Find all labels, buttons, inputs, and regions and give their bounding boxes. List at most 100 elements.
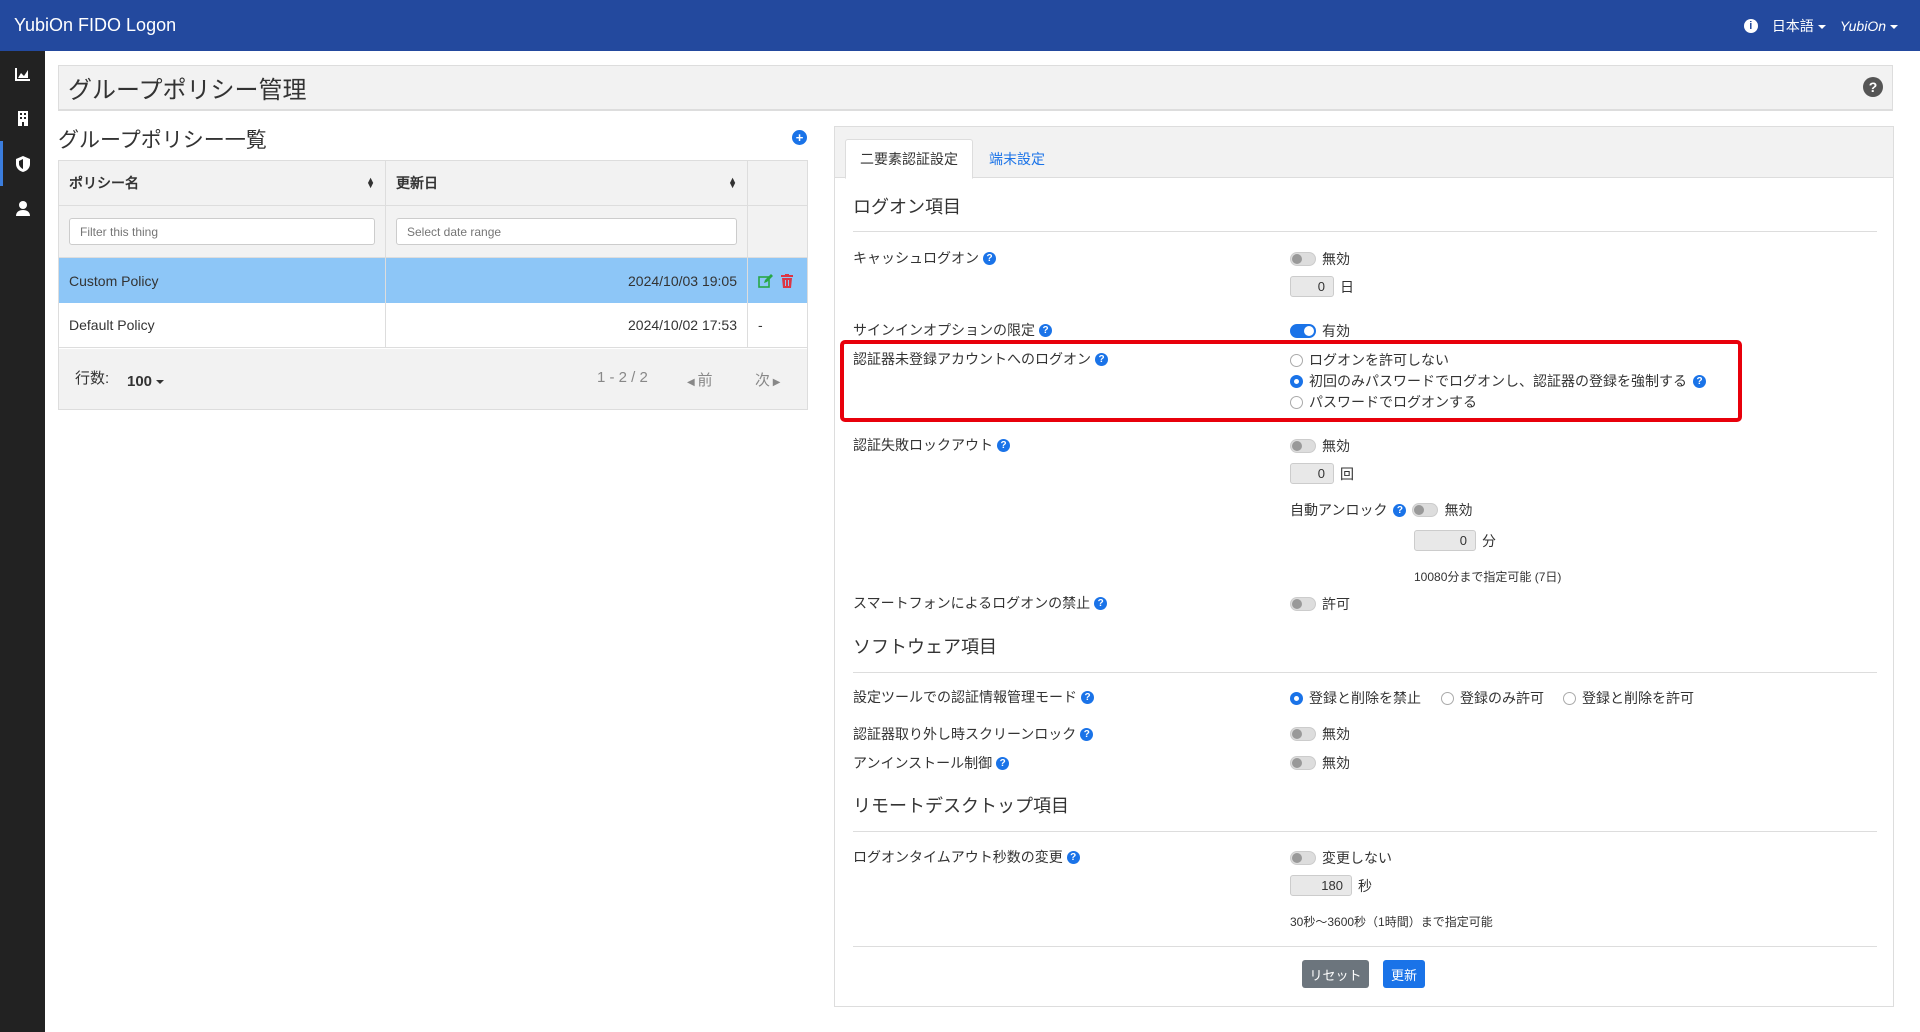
toggle-switch[interactable] xyxy=(1290,597,1316,611)
column-header-actions xyxy=(748,161,807,205)
toggle-label: 有効 xyxy=(1322,323,1350,339)
tab-2fa-settings[interactable]: 二要素認証設定 xyxy=(845,139,973,179)
tab-device-settings[interactable]: 端末設定 xyxy=(975,139,1059,179)
auto-unlock-toggle[interactable] xyxy=(1412,503,1439,517)
info-icon[interactable]: i xyxy=(1743,18,1758,33)
radio-button[interactable] xyxy=(1563,691,1576,705)
page-range: 1 - 2 / 2 xyxy=(597,369,648,386)
auto-unlock-row: 自動アンロック? 無効 xyxy=(1290,500,1472,520)
unit-label: 回 xyxy=(1340,465,1354,482)
app-brand[interactable]: YubiOn FIDO Logon xyxy=(0,15,176,36)
radio-deny-register-delete[interactable]: 登録と削除を禁止 xyxy=(1290,688,1421,708)
timeout-toggle[interactable]: 変更しない xyxy=(1290,848,1392,868)
filter-row xyxy=(59,206,807,258)
policy-name: Default Policy xyxy=(59,303,386,347)
table-row[interactable]: Custom Policy 2024/10/03 19:05 xyxy=(59,258,807,303)
radio-button[interactable] xyxy=(1441,691,1454,705)
sidebar-item-policy[interactable] xyxy=(0,141,45,186)
divider xyxy=(853,831,1877,832)
help-icon[interactable]: ? xyxy=(1066,850,1080,864)
column-header-updated[interactable]: 更新日 ▲ ▼ xyxy=(386,161,748,205)
prev-label: 前 xyxy=(697,372,713,389)
date-range-input[interactable] xyxy=(396,218,737,245)
divider xyxy=(853,672,1877,673)
lockout-toggle[interactable]: 無効 xyxy=(1290,436,1350,456)
sidebar-item-dashboard[interactable] xyxy=(0,51,45,96)
label-text: アンインストール制御 xyxy=(853,755,993,771)
filter-cell xyxy=(748,206,807,257)
policy-updated: 2024/10/02 17:53 xyxy=(386,303,748,347)
toggle-switch[interactable] xyxy=(1290,324,1316,338)
help-icon[interactable]: ? xyxy=(1393,503,1407,517)
update-button[interactable]: 更新 xyxy=(1383,960,1425,988)
toggle-switch[interactable] xyxy=(1290,727,1316,741)
timeout-seconds-input[interactable]: 180 xyxy=(1290,875,1352,896)
help-icon[interactable]: ? xyxy=(996,756,1010,770)
help-icon[interactable]: ? xyxy=(1039,323,1052,337)
section-logon: ログオン項目 xyxy=(853,197,961,217)
delete-icon[interactable] xyxy=(781,273,793,288)
label-text: サインインオプションの限定 xyxy=(853,322,1035,338)
divider xyxy=(853,946,1877,947)
user-dropdown[interactable]: YubiOn xyxy=(1840,18,1898,34)
rows-per-page-select[interactable]: 100 xyxy=(127,373,165,390)
column-header-name[interactable]: ポリシー名 ▲ ▼ xyxy=(59,161,386,205)
language-dropdown[interactable]: 日本語 xyxy=(1772,16,1826,36)
help-icon[interactable]: ? xyxy=(1080,727,1094,741)
uninstall-toggle[interactable]: 無効 xyxy=(1290,753,1350,773)
cache-days-input[interactable]: 0 xyxy=(1290,276,1334,297)
smartphone-toggle[interactable]: 許可 xyxy=(1290,594,1350,614)
setting-label-screen-lock: 認証器取り外し時スクリーンロック? xyxy=(853,724,1094,744)
toggle-switch[interactable] xyxy=(1290,756,1316,770)
highlight-annotation xyxy=(840,340,1742,422)
screen-lock-toggle[interactable]: 無効 xyxy=(1290,724,1350,744)
chevron-right-icon: ▶ xyxy=(770,377,781,388)
cache-logon-toggle[interactable]: 無効 xyxy=(1290,249,1350,269)
signin-option-toggle[interactable]: 有効 xyxy=(1290,321,1350,341)
help-icon[interactable]: ? xyxy=(983,251,996,265)
edit-icon[interactable] xyxy=(758,273,773,288)
unlock-minutes-field: 0分 xyxy=(1414,530,1496,551)
label-text: 認証失敗ロックアウト xyxy=(853,437,993,453)
sort-icon: ▲ ▼ xyxy=(366,175,375,190)
help-icon[interactable]: ? xyxy=(1081,690,1094,704)
label-text: キャッシュログオン xyxy=(853,250,979,266)
name-filter-input[interactable] xyxy=(69,218,375,245)
page-title: グループポリシー管理 xyxy=(68,77,307,104)
setting-label-uninstall: アンインストール制御? xyxy=(853,753,1010,773)
auto-unlock-label: 自動アンロック xyxy=(1290,502,1388,518)
user-label: YubiOn xyxy=(1839,17,1886,34)
reset-button[interactable]: リセット xyxy=(1302,960,1369,988)
sort-icon: ▲ ▼ xyxy=(728,175,737,190)
next-page-button[interactable]: 次 ▶ xyxy=(755,369,780,390)
toggle-switch[interactable] xyxy=(1290,439,1316,453)
page-header: グループポリシー管理 ? xyxy=(58,65,1893,111)
lockout-count-input[interactable]: 0 xyxy=(1290,463,1334,484)
prev-page-button[interactable]: ◀ 前 xyxy=(687,369,712,390)
unit-label: 秒 xyxy=(1358,877,1372,894)
table-row[interactable]: Default Policy 2024/10/02 17:53 - xyxy=(59,303,807,348)
help-icon[interactable]: ? xyxy=(1094,596,1108,610)
section-remote: リモートデスクトップ項目 xyxy=(853,796,1069,816)
radio-register-only[interactable]: 登録のみ許可 xyxy=(1441,688,1544,708)
radio-label: 登録と削除を許可 xyxy=(1582,690,1694,706)
help-icon[interactable]: ? xyxy=(1863,77,1883,97)
shield-icon xyxy=(15,155,30,172)
help-icon[interactable]: ? xyxy=(997,438,1010,452)
chevron-down-icon xyxy=(156,380,165,385)
language-label: 日本語 xyxy=(1771,17,1814,34)
sidebar-item-users[interactable] xyxy=(0,186,45,231)
toggle-switch[interactable] xyxy=(1290,252,1316,266)
radio-allow-register-delete[interactable]: 登録と削除を許可 xyxy=(1563,688,1694,708)
add-policy-icon[interactable]: + xyxy=(792,130,807,145)
divider xyxy=(853,231,1877,232)
unlock-minutes-input[interactable]: 0 xyxy=(1414,530,1476,551)
policy-list-title: グループポリシー一覧 xyxy=(58,129,267,152)
sidebar-item-organization[interactable] xyxy=(0,96,45,141)
timeout-seconds-field: 180 秒 xyxy=(1290,875,1372,896)
chevron-down-icon xyxy=(1890,24,1898,29)
toggle-switch[interactable] xyxy=(1290,851,1316,865)
radio-button[interactable] xyxy=(1290,691,1303,705)
radio-label: 登録のみ許可 xyxy=(1460,690,1544,706)
setting-label-smartphone: スマートフォンによるログオンの禁止? xyxy=(853,593,1108,613)
